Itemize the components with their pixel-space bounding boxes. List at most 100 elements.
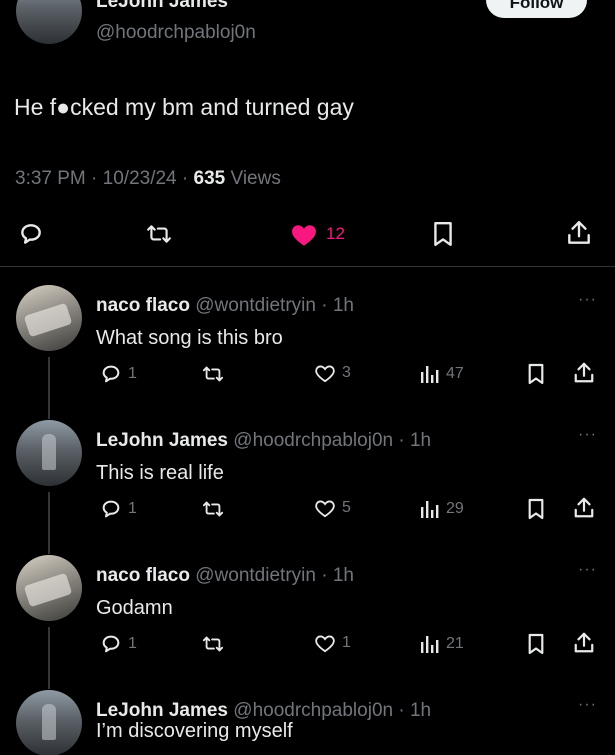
avatar[interactable]: [16, 420, 82, 486]
like-button[interactable]: 5: [314, 498, 351, 518]
reply-item[interactable]: LeJohn James @hoodrchpabloj0n · 1h ··· I…: [0, 690, 615, 755]
retweet-icon: [147, 225, 171, 243]
reply-icon: [102, 635, 120, 653]
reply-author-handle[interactable]: @wontdietryin: [195, 295, 316, 316]
share-button[interactable]: [573, 361, 595, 385]
bookmark-button[interactable]: [527, 633, 545, 655]
like-count: 5: [342, 499, 351, 516]
heart-icon: [315, 635, 335, 653]
reply-author-handle[interactable]: @hoodrchpabloj0n: [233, 430, 393, 451]
views-count: 21: [446, 635, 464, 652]
retweet-button[interactable]: [201, 498, 225, 520]
retweet-button[interactable]: [201, 363, 225, 385]
heart-icon: [315, 365, 335, 383]
like-button[interactable]: 3: [314, 363, 351, 383]
reply-text: Godamn: [96, 597, 173, 619]
reply-icon: [102, 500, 120, 518]
reply-item[interactable]: naco flaco @wontdietryin · 1h ··· What s…: [0, 285, 615, 425]
author-avatar[interactable]: [16, 0, 82, 44]
like-count: 12: [326, 224, 345, 243]
share-button[interactable]: [573, 496, 595, 520]
reply-text: I’m discovering myself: [96, 720, 293, 742]
reply-author-name[interactable]: naco flaco: [96, 295, 190, 316]
avatar[interactable]: [16, 285, 82, 351]
bookmark-button[interactable]: [527, 498, 545, 520]
reply-header: LeJohn James @hoodrchpabloj0n · 1h: [96, 700, 431, 722]
views-button[interactable]: 47: [420, 363, 464, 385]
share-button[interactable]: [573, 631, 595, 655]
reply-icon: [102, 365, 120, 383]
views-label[interactable]: Views: [231, 168, 281, 189]
like-button[interactable]: 12: [290, 221, 345, 247]
views-count: 47: [446, 365, 464, 382]
reply-text: This is real life: [96, 462, 224, 484]
share-icon: [574, 497, 594, 518]
retweet-button[interactable]: [201, 633, 225, 655]
reply-item[interactable]: naco flaco @wontdietryin · 1h ··· Godamn…: [0, 555, 615, 695]
tweet-text: He f●cked my bm and turned gay: [14, 94, 354, 120]
heart-icon: [315, 500, 335, 518]
reply-time[interactable]: 1h: [333, 565, 354, 586]
reply-count: 1: [128, 500, 137, 517]
like-count: 1: [342, 634, 351, 651]
reply-time[interactable]: 1h: [410, 430, 431, 451]
author-name[interactable]: LeJohn James: [96, 0, 228, 13]
tweet-meta: 3:37 PM · 10/23/24 · 635 Views: [15, 168, 281, 190]
meta-separator: ·: [393, 430, 410, 451]
reply-time[interactable]: 1h: [333, 295, 354, 316]
reply-time[interactable]: 1h: [410, 700, 431, 721]
reply-author-handle[interactable]: @hoodrchpabloj0n: [233, 700, 393, 721]
reply-button[interactable]: 1: [100, 633, 137, 655]
more-options-icon[interactable]: ···: [578, 291, 597, 309]
reply-icon: [21, 224, 41, 244]
reply-text: What song is this bro: [96, 327, 283, 349]
reply-action-bar: 1 1 21: [0, 631, 615, 657]
avatar[interactable]: [16, 690, 82, 755]
meta-separator: ·: [91, 168, 103, 189]
divider: [0, 266, 615, 267]
views-button[interactable]: 21: [420, 633, 464, 655]
bookmark-icon: [528, 633, 544, 655]
bookmark-button[interactable]: [527, 363, 545, 385]
reply-author-name[interactable]: LeJohn James: [96, 430, 228, 451]
like-count: 3: [342, 364, 351, 381]
views-count[interactable]: 635: [194, 168, 226, 189]
author-handle[interactable]: @hoodrchpabloj0n: [96, 22, 256, 44]
reply-item[interactable]: LeJohn James @hoodrchpabloj0n · 1h ··· T…: [0, 420, 615, 560]
reply-count: 1: [128, 635, 137, 652]
meta-separator: ·: [315, 565, 333, 586]
meta-separator: ·: [393, 700, 410, 721]
tweet-action-bar: 12: [0, 215, 615, 255]
meta-separator: ·: [181, 168, 194, 189]
more-options-icon[interactable]: ···: [578, 426, 597, 444]
share-icon: [574, 632, 594, 653]
tweet-time[interactable]: 3:37 PM: [15, 168, 86, 189]
views-icon: [421, 636, 439, 653]
share-icon: [568, 221, 590, 244]
heart-icon: [292, 225, 316, 246]
reply-button[interactable]: [18, 221, 44, 247]
meta-separator: ·: [315, 295, 333, 316]
reply-header: LeJohn James @hoodrchpabloj0n · 1h: [96, 430, 431, 452]
reply-author-name[interactable]: LeJohn James: [96, 700, 228, 721]
more-options-icon[interactable]: ···: [578, 561, 597, 579]
reply-author-handle[interactable]: @wontdietryin: [195, 565, 316, 586]
more-options-icon[interactable]: ···: [578, 696, 597, 714]
share-icon: [574, 362, 594, 383]
tweet-detail-page: LeJohn James @hoodrchpabloj0n Follow He …: [0, 0, 615, 755]
reply-button[interactable]: 1: [100, 498, 137, 520]
retweet-icon: [202, 636, 224, 652]
follow-button[interactable]: Follow: [486, 0, 587, 18]
share-button[interactable]: [566, 219, 592, 247]
reply-action-bar: 1 3 47: [0, 361, 615, 387]
avatar[interactable]: [16, 555, 82, 621]
reply-count: 1: [128, 365, 137, 382]
reply-action-bar: 1 5 29: [0, 496, 615, 522]
bookmark-button[interactable]: [432, 221, 454, 247]
like-button[interactable]: 1: [314, 633, 351, 653]
tweet-date[interactable]: 10/23/24: [103, 168, 177, 189]
retweet-button[interactable]: [144, 221, 174, 247]
reply-author-name[interactable]: naco flaco: [96, 565, 190, 586]
reply-button[interactable]: 1: [100, 363, 137, 385]
views-button[interactable]: 29: [420, 498, 464, 520]
